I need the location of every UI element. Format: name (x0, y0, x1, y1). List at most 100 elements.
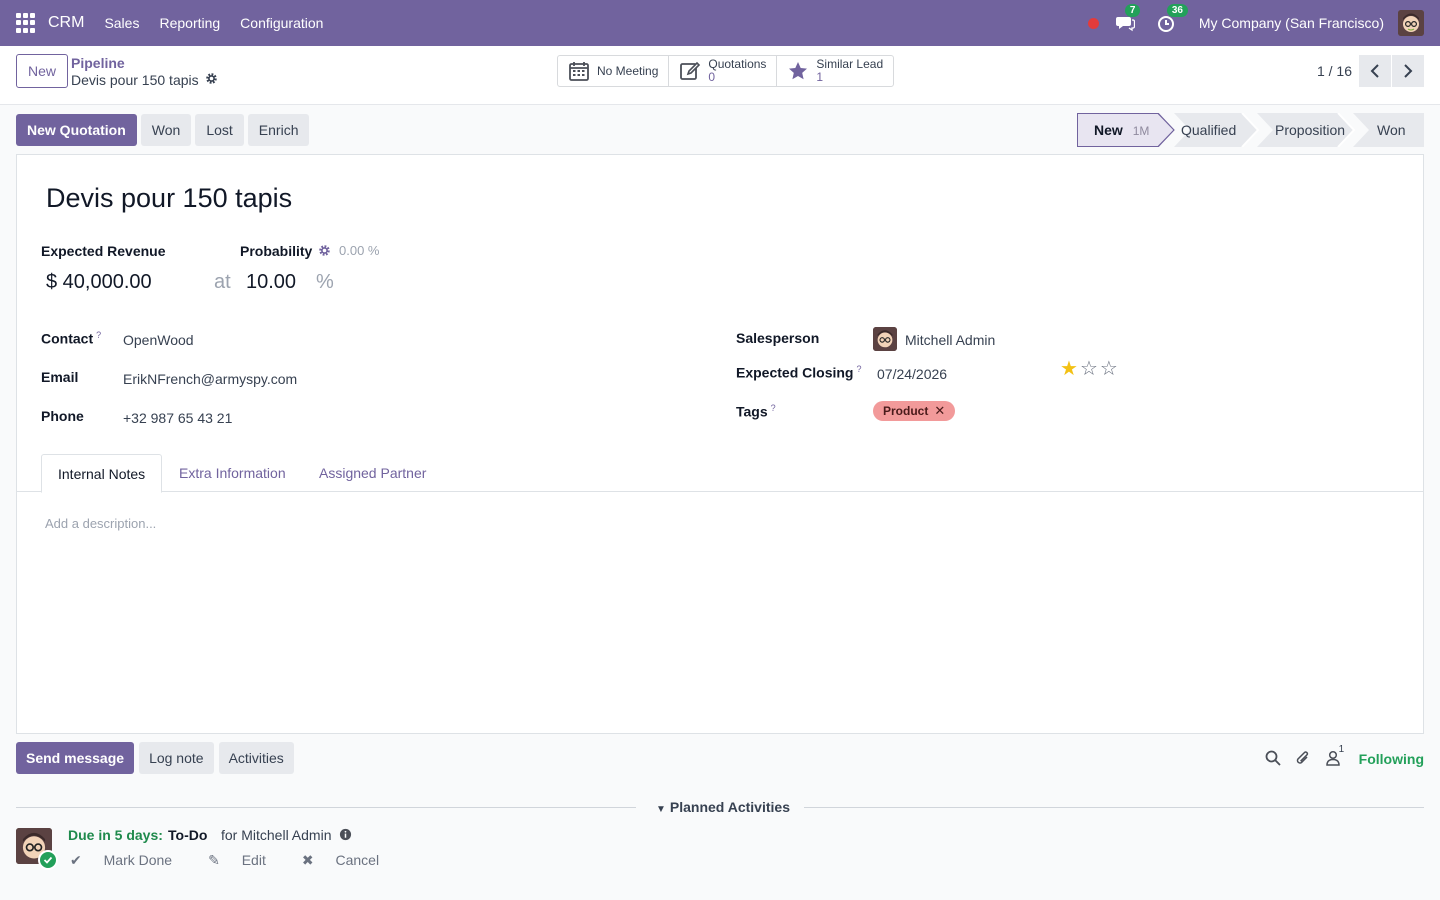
new-quotation-button[interactable]: New Quotation (16, 114, 137, 146)
edit-activity-button[interactable]: ✎ Edit (208, 852, 284, 869)
probability-label: Probability (240, 243, 313, 259)
check-icon: ✔ (70, 852, 82, 868)
won-button[interactable]: Won (140, 114, 192, 146)
expected-closing-field[interactable]: 07/24/2026 (877, 366, 947, 382)
pencil-icon: ✎ (208, 852, 220, 868)
lost-button[interactable]: Lost (195, 114, 244, 146)
chatter-buttons: Send message Log note Activities (16, 742, 299, 774)
pager-previous-button[interactable] (1359, 55, 1391, 87)
messages-icon[interactable]: 7 (1115, 4, 1141, 33)
salesperson-avatar (873, 327, 897, 351)
check-icon (38, 850, 58, 870)
priority-star-empty-icon[interactable]: ☆ (1080, 359, 1098, 379)
followers-user-icon[interactable]: 1 (1325, 744, 1344, 769)
pager-next-button[interactable] (1392, 55, 1424, 87)
info-icon[interactable] (339, 828, 352, 844)
paperclip-icon[interactable] (1295, 749, 1311, 770)
breadcrumb-pipeline[interactable]: Pipeline (71, 55, 125, 71)
expected-closing-label: Expected Closing? (736, 364, 862, 381)
priority-star-filled-icon[interactable]: ★ (1060, 359, 1078, 379)
navbar-right: 7 36 My Company (San Francisco) (1087, 0, 1440, 46)
form-sheet: Devis pour 150 tapis Expected Revenue Pr… (16, 154, 1424, 734)
phone-field[interactable]: +32 987 65 43 21 (123, 410, 232, 426)
contact-label: Contact? (41, 330, 102, 347)
stage-new-duration: 1M (1132, 124, 1150, 138)
activities-clock-icon[interactable]: 36 (1157, 4, 1188, 33)
stage-qualified[interactable]: Qualified (1174, 113, 1258, 147)
at-label: at (214, 271, 231, 293)
quotations-smart-button[interactable]: Quotations 0 (669, 56, 778, 86)
probability-field[interactable]: 10.00 (246, 271, 296, 294)
new-button[interactable]: New (16, 54, 69, 88)
activities-badge: 36 (1166, 4, 1188, 17)
app-brand[interactable]: CRM (48, 14, 84, 32)
lead-name-field[interactable]: Devis pour 150 tapis (46, 183, 292, 214)
tab-internal-notes[interactable]: Internal Notes (41, 454, 163, 493)
pager-value[interactable]: 1 / 16 (1317, 63, 1352, 79)
log-note-button[interactable]: Log note (139, 742, 214, 774)
search-icon[interactable] (1265, 750, 1281, 769)
stage-new[interactable]: New 1M (1077, 113, 1174, 147)
user-avatar[interactable] (1398, 10, 1424, 36)
calendar-icon (569, 62, 589, 81)
quotations-label: Quotations (708, 57, 767, 71)
record-title: Devis pour 150 tapis (71, 72, 199, 88)
recording-dot-icon[interactable] (1087, 17, 1099, 29)
company-switcher[interactable]: My Company (San Francisco) (1199, 15, 1384, 31)
stage-won[interactable]: Won (1354, 113, 1424, 147)
notebook-tabs: Internal Notes Extra Information Assigne… (17, 454, 1423, 493)
help-icon: ? (96, 330, 102, 340)
stage-proposition[interactable]: Proposition (1258, 113, 1354, 147)
contact-field[interactable]: OpenWood (123, 332, 194, 348)
enrich-button[interactable]: Enrich (247, 114, 310, 146)
star-icon (789, 62, 808, 80)
tags-label: Tags? (736, 403, 776, 420)
following-button[interactable]: Following (1359, 751, 1424, 767)
salesperson-field[interactable]: Mitchell Admin (905, 332, 995, 348)
cancel-activity-button[interactable]: ✖ Cancel (302, 852, 397, 869)
activity-actions: ✔ Mark Done ✎ Edit ✖ Cancel (70, 852, 415, 869)
quotations-count: 0 (708, 70, 716, 84)
phone-label: Phone (41, 408, 84, 424)
priority-star-empty-icon[interactable]: ☆ (1100, 359, 1118, 379)
activities-button[interactable]: Activities (218, 742, 294, 774)
breadcrumb-record: Devis pour 150 tapis (71, 72, 218, 88)
help-icon: ? (856, 364, 862, 374)
menu-reporting[interactable]: Reporting (159, 15, 220, 31)
send-message-button[interactable]: Send message (16, 742, 135, 774)
expected-revenue-field[interactable]: $ 40,000.00 (46, 271, 152, 294)
similar-lead-label: Similar Lead (816, 57, 884, 71)
main-menu: Sales Reporting Configuration (94, 15, 323, 31)
mark-done-button[interactable]: ✔ Mark Done (70, 852, 190, 869)
caret-down-icon: ▼ (656, 804, 666, 815)
help-icon: ? (770, 403, 776, 413)
tab-extra-information[interactable]: Extra Information (163, 454, 302, 492)
planned-activities-toggle[interactable]: ▼ Planned Activities (656, 799, 790, 815)
stage-statusbar: New 1M Qualified Proposition Won (1077, 113, 1424, 147)
divider (804, 807, 1424, 808)
messages-badge: 7 (1124, 4, 1141, 17)
email-label: Email (41, 369, 79, 385)
pager-buttons (1359, 55, 1424, 87)
close-icon[interactable]: ✕ (934, 401, 945, 421)
auto-probability: 0.00 % (339, 243, 380, 258)
tag-badge: Product ✕ (873, 401, 956, 421)
tab-assigned-partner[interactable]: Assigned Partner (303, 454, 442, 492)
activity-type: To-Do (168, 827, 208, 843)
priority-widget: ★ ☆ ☆ (1060, 359, 1120, 379)
activity-assignee: for Mitchell Admin (221, 827, 352, 844)
salesperson-label: Salesperson (736, 330, 820, 346)
email-field[interactable]: ErikNFrench@armyspy.com (123, 371, 297, 387)
meeting-smart-button[interactable]: No Meeting (558, 56, 670, 86)
similar-lead-smart-button[interactable]: Similar Lead 1 (777, 56, 893, 86)
description-editor[interactable]: Add a description... (45, 516, 156, 531)
meeting-label: No Meeting (597, 63, 659, 78)
gear-icon[interactable] (318, 244, 331, 260)
chatter-topbar-right: 1 Following (1251, 744, 1424, 772)
app-grid-icon[interactable] (16, 13, 36, 33)
top-navbar: CRM Sales Reporting Configuration 7 36 M… (0, 0, 1440, 46)
menu-configuration[interactable]: Configuration (240, 15, 323, 31)
gear-icon[interactable] (205, 72, 218, 88)
menu-sales[interactable]: Sales (104, 15, 139, 31)
chevron-left-icon (1370, 64, 1379, 78)
